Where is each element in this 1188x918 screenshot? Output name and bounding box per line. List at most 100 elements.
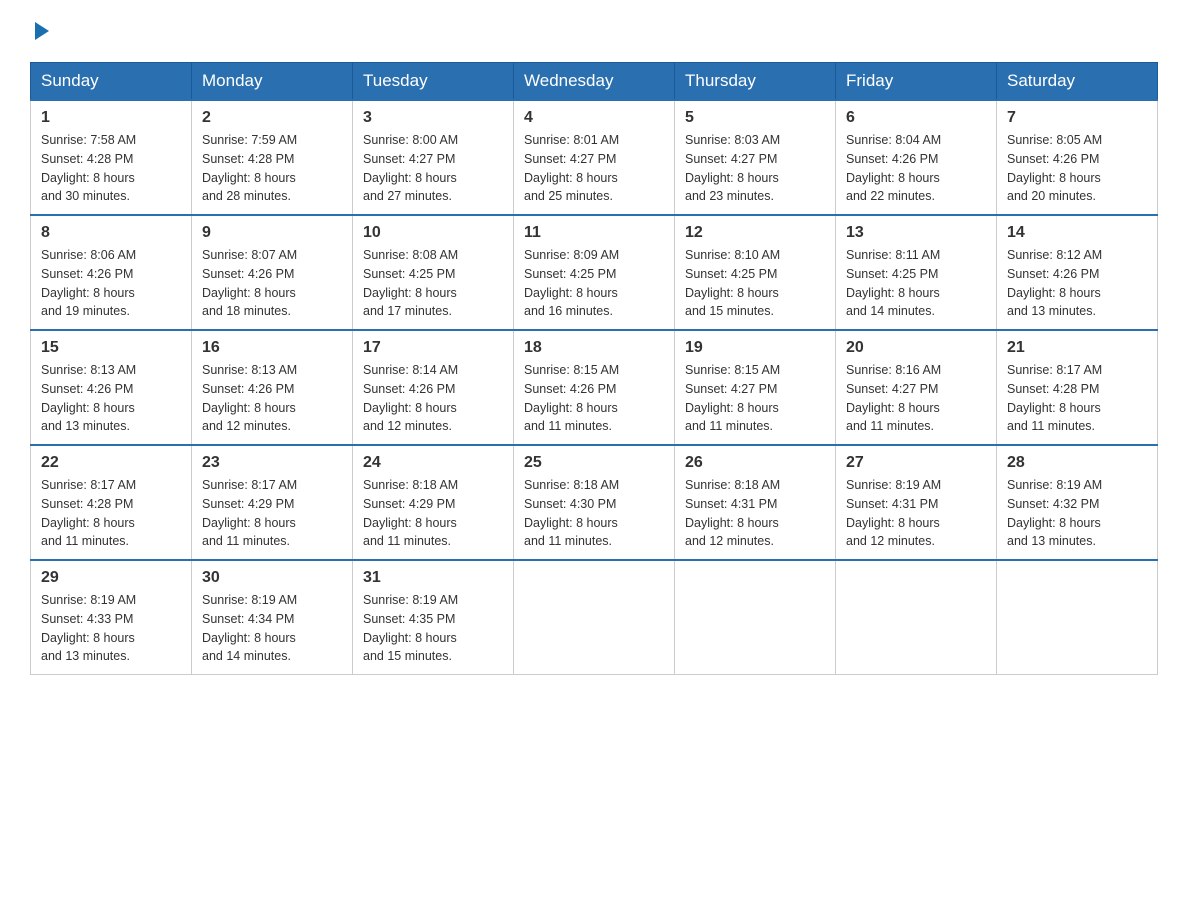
calendar-week-row: 8 Sunrise: 8:06 AMSunset: 4:26 PMDaylight…: [31, 215, 1158, 330]
day-info: Sunrise: 8:06 AMSunset: 4:26 PMDaylight:…: [41, 246, 181, 321]
day-number: 1: [41, 109, 181, 127]
calendar-cell: 8 Sunrise: 8:06 AMSunset: 4:26 PMDaylight…: [31, 215, 192, 330]
day-number: 7: [1007, 109, 1147, 127]
calendar-table: SundayMondayTuesdayWednesdayThursdayFrid…: [30, 62, 1158, 675]
day-info: Sunrise: 8:18 AMSunset: 4:31 PMDaylight:…: [685, 476, 825, 551]
calendar-cell: 11 Sunrise: 8:09 AMSunset: 4:25 PMDayligh…: [514, 215, 675, 330]
calendar-cell: 16 Sunrise: 8:13 AMSunset: 4:26 PMDayligh…: [192, 330, 353, 445]
day-number: 5: [685, 109, 825, 127]
calendar-body: 1 Sunrise: 7:58 AMSunset: 4:28 PMDaylight…: [31, 100, 1158, 675]
calendar-week-row: 15 Sunrise: 8:13 AMSunset: 4:26 PMDayligh…: [31, 330, 1158, 445]
day-number: 9: [202, 224, 342, 242]
calendar-cell: 31 Sunrise: 8:19 AMSunset: 4:35 PMDayligh…: [353, 560, 514, 675]
day-number: 12: [685, 224, 825, 242]
calendar-cell: 24 Sunrise: 8:18 AMSunset: 4:29 PMDayligh…: [353, 445, 514, 560]
day-info: Sunrise: 8:09 AMSunset: 4:25 PMDaylight:…: [524, 246, 664, 321]
day-info: Sunrise: 8:14 AMSunset: 4:26 PMDaylight:…: [363, 361, 503, 436]
day-info: Sunrise: 8:17 AMSunset: 4:28 PMDaylight:…: [41, 476, 181, 551]
weekday-header-monday: Monday: [192, 63, 353, 101]
calendar-week-row: 22 Sunrise: 8:17 AMSunset: 4:28 PMDayligh…: [31, 445, 1158, 560]
day-info: Sunrise: 8:17 AMSunset: 4:28 PMDaylight:…: [1007, 361, 1147, 436]
day-info: Sunrise: 8:01 AMSunset: 4:27 PMDaylight:…: [524, 131, 664, 206]
calendar-cell: 19 Sunrise: 8:15 AMSunset: 4:27 PMDayligh…: [675, 330, 836, 445]
calendar-cell: 14 Sunrise: 8:12 AMSunset: 4:26 PMDayligh…: [997, 215, 1158, 330]
day-number: 21: [1007, 339, 1147, 357]
day-number: 20: [846, 339, 986, 357]
calendar-cell: 4 Sunrise: 8:01 AMSunset: 4:27 PMDaylight…: [514, 100, 675, 215]
calendar-cell: 23Sunrise: 8:17 AMSunset: 4:29 PMDayligh…: [192, 445, 353, 560]
calendar-header: SundayMondayTuesdayWednesdayThursdayFrid…: [31, 63, 1158, 101]
calendar-cell: [675, 560, 836, 675]
page-header: [30, 20, 1158, 42]
day-info: Sunrise: 7:58 AMSunset: 4:28 PMDaylight:…: [41, 131, 181, 206]
calendar-cell: 6 Sunrise: 8:04 AMSunset: 4:26 PMDaylight…: [836, 100, 997, 215]
day-number: 24: [363, 454, 503, 472]
day-number: 11: [524, 224, 664, 242]
day-info: Sunrise: 8:13 AMSunset: 4:26 PMDaylight:…: [41, 361, 181, 436]
calendar-cell: 21 Sunrise: 8:17 AMSunset: 4:28 PMDayligh…: [997, 330, 1158, 445]
calendar-cell: 10 Sunrise: 8:08 AMSunset: 4:25 PMDayligh…: [353, 215, 514, 330]
day-info: Sunrise: 8:08 AMSunset: 4:25 PMDaylight:…: [363, 246, 503, 321]
weekday-header-thursday: Thursday: [675, 63, 836, 101]
calendar-cell: 26 Sunrise: 8:18 AMSunset: 4:31 PMDayligh…: [675, 445, 836, 560]
calendar-cell: 5 Sunrise: 8:03 AMSunset: 4:27 PMDaylight…: [675, 100, 836, 215]
day-number: 3: [363, 109, 503, 127]
calendar-cell: 12Sunrise: 8:10 AMSunset: 4:25 PMDayligh…: [675, 215, 836, 330]
day-number: 19: [685, 339, 825, 357]
day-number: 27: [846, 454, 986, 472]
day-info: Sunrise: 8:07 AMSunset: 4:26 PMDaylight:…: [202, 246, 342, 321]
day-info: Sunrise: 8:15 AMSunset: 4:27 PMDaylight:…: [685, 361, 825, 436]
day-number: 13: [846, 224, 986, 242]
day-number: 8: [41, 224, 181, 242]
day-number: 17: [363, 339, 503, 357]
weekday-header-row: SundayMondayTuesdayWednesdayThursdayFrid…: [31, 63, 1158, 101]
calendar-week-row: 1 Sunrise: 7:58 AMSunset: 4:28 PMDaylight…: [31, 100, 1158, 215]
calendar-cell: 13 Sunrise: 8:11 AMSunset: 4:25 PMDayligh…: [836, 215, 997, 330]
weekday-header-tuesday: Tuesday: [353, 63, 514, 101]
calendar-cell: 28Sunrise: 8:19 AMSunset: 4:32 PMDayligh…: [997, 445, 1158, 560]
day-info: Sunrise: 8:19 AMSunset: 4:34 PMDaylight:…: [202, 591, 342, 666]
day-info: Sunrise: 8:00 AMSunset: 4:27 PMDaylight:…: [363, 131, 503, 206]
calendar-cell: 3 Sunrise: 8:00 AMSunset: 4:27 PMDaylight…: [353, 100, 514, 215]
weekday-header-friday: Friday: [836, 63, 997, 101]
day-number: 31: [363, 569, 503, 587]
day-info: Sunrise: 8:13 AMSunset: 4:26 PMDaylight:…: [202, 361, 342, 436]
day-info: Sunrise: 8:15 AMSunset: 4:26 PMDaylight:…: [524, 361, 664, 436]
calendar-cell: 22 Sunrise: 8:17 AMSunset: 4:28 PMDayligh…: [31, 445, 192, 560]
day-info: Sunrise: 8:19 AMSunset: 4:33 PMDaylight:…: [41, 591, 181, 666]
logo: [30, 20, 51, 42]
day-number: 28: [1007, 454, 1147, 472]
calendar-cell: 25Sunrise: 8:18 AMSunset: 4:30 PMDayligh…: [514, 445, 675, 560]
day-info: Sunrise: 8:12 AMSunset: 4:26 PMDaylight:…: [1007, 246, 1147, 321]
calendar-cell: [514, 560, 675, 675]
calendar-cell: 17 Sunrise: 8:14 AMSunset: 4:26 PMDayligh…: [353, 330, 514, 445]
weekday-header-saturday: Saturday: [997, 63, 1158, 101]
calendar-cell: 1 Sunrise: 7:58 AMSunset: 4:28 PMDaylight…: [31, 100, 192, 215]
calendar-cell: [836, 560, 997, 675]
day-number: 30: [202, 569, 342, 587]
day-info: Sunrise: 8:18 AMSunset: 4:29 PMDaylight:…: [363, 476, 503, 551]
day-number: 25: [524, 454, 664, 472]
day-number: 2: [202, 109, 342, 127]
calendar-cell: 18Sunrise: 8:15 AMSunset: 4:26 PMDayligh…: [514, 330, 675, 445]
logo-triangle-icon: [33, 20, 51, 42]
day-number: 16: [202, 339, 342, 357]
day-number: 15: [41, 339, 181, 357]
day-info: Sunrise: 8:11 AMSunset: 4:25 PMDaylight:…: [846, 246, 986, 321]
day-info: Sunrise: 8:19 AMSunset: 4:35 PMDaylight:…: [363, 591, 503, 666]
calendar-cell: [997, 560, 1158, 675]
calendar-cell: 7Sunrise: 8:05 AMSunset: 4:26 PMDaylight…: [997, 100, 1158, 215]
day-info: Sunrise: 8:03 AMSunset: 4:27 PMDaylight:…: [685, 131, 825, 206]
day-number: 26: [685, 454, 825, 472]
calendar-cell: 27Sunrise: 8:19 AMSunset: 4:31 PMDayligh…: [836, 445, 997, 560]
day-number: 4: [524, 109, 664, 127]
day-info: Sunrise: 8:04 AMSunset: 4:26 PMDaylight:…: [846, 131, 986, 206]
day-number: 14: [1007, 224, 1147, 242]
calendar-cell: 9 Sunrise: 8:07 AMSunset: 4:26 PMDaylight…: [192, 215, 353, 330]
day-number: 22: [41, 454, 181, 472]
calendar-cell: 20Sunrise: 8:16 AMSunset: 4:27 PMDayligh…: [836, 330, 997, 445]
calendar-cell: 30 Sunrise: 8:19 AMSunset: 4:34 PMDayligh…: [192, 560, 353, 675]
calendar-cell: 2Sunrise: 7:59 AMSunset: 4:28 PMDaylight…: [192, 100, 353, 215]
day-number: 6: [846, 109, 986, 127]
day-number: 10: [363, 224, 503, 242]
